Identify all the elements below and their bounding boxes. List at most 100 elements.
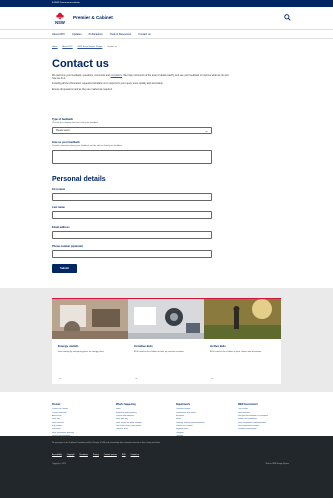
footer-link-accessibility[interactable]: Accessibility (52, 454, 62, 456)
creative-kids-image (128, 299, 205, 339)
footer-link[interactable]: NSW Government directory (52, 432, 110, 434)
main-nav: About DPC Updates Publications Tools & R… (0, 29, 333, 39)
card-title: Energy switch (58, 344, 79, 348)
org-name[interactable]: Premier & Cabinet (73, 15, 113, 21)
email-input[interactable] (52, 231, 212, 239)
feedback-type-hint: Choose the category that best suits your… (52, 122, 99, 124)
footer-link[interactable]: Freedom of Information (238, 428, 290, 430)
site-footer: We pay respect to the Traditional Custod… (0, 436, 333, 498)
built-on-link[interactable]: Built on NSW Design System (266, 463, 289, 465)
nav-item-updates[interactable]: Updates (72, 33, 82, 38)
page-title: Contact us (52, 58, 109, 70)
footer-link[interactable]: Find a job in NSW Government (116, 425, 174, 427)
chevron-down-icon (205, 130, 208, 132)
footer-link[interactable]: Life events (52, 428, 110, 430)
footer-link[interactable]: Transport (176, 432, 234, 434)
footer-link[interactable]: Premier and Cabinet (176, 425, 234, 427)
footer-link[interactable]: Boards and committees (238, 418, 290, 420)
feedback-textarea[interactable] (52, 150, 212, 164)
footer-col-nsw-government: NSW Government The Premier NSW Ministers… (238, 404, 290, 432)
footer-link[interactable]: I work for NSW (116, 428, 174, 430)
card-creative-kids[interactable]: Creative kids $100 voucher for children … (128, 298, 205, 384)
footer-link[interactable]: NSW school and public holidays (116, 422, 174, 424)
arrow-right-icon[interactable]: → (58, 375, 62, 380)
breadcrumb-home[interactable]: Home (52, 46, 58, 49)
footer-link[interactable]: Education (176, 415, 234, 417)
footer-link[interactable]: Buy Number (52, 425, 110, 427)
footer-link-copyright[interactable]: Copyright (67, 454, 75, 456)
card-title: Active kids (210, 344, 226, 348)
footer-legal-links: Accessibility Copyright Disclaimer Priva… (52, 454, 139, 456)
card-energy-switch[interactable]: Energy switch Save money by comparing pl… (52, 298, 129, 384)
card-active-kids[interactable]: Active kids $100 voucher for children's … (204, 298, 281, 384)
footer-col-premier: Premier Contact the Premier Contact a Mi… (52, 404, 110, 438)
nav-item-about[interactable]: About DPC (52, 33, 65, 38)
first-name-input[interactable] (52, 193, 212, 201)
footer-link[interactable]: NSW Ministers (238, 412, 290, 414)
card-title: Creative kids (134, 344, 153, 348)
footer-link[interactable]: Regional NSW (176, 428, 234, 430)
intro-text: We welcome your feedback, questions, com… (52, 74, 229, 91)
phone-label: Phone number (optional) (52, 245, 83, 248)
arrow-right-icon[interactable]: → (210, 375, 214, 380)
card-description: Save money by comparing plans for energy… (58, 351, 105, 353)
footer-link[interactable]: NSW Government communications (238, 422, 290, 424)
feedback-type-select[interactable]: Please select (52, 127, 212, 134)
footer-link[interactable]: About NSW (52, 415, 110, 417)
active-kids-image (204, 299, 281, 339)
acknowledgement-text: We pay respect to the Traditional Custod… (52, 442, 161, 444)
copyright-text: Copyright © 2022 (52, 463, 67, 465)
footer-col-departments: Departments Customer Service Communities… (176, 404, 234, 438)
footer-link-disclaimer[interactable]: Disclaimer (80, 454, 88, 456)
nav-item-tools[interactable]: Tools & Resources (110, 33, 132, 38)
footer-link[interactable]: Contact a Minister (52, 412, 110, 414)
complaints-link[interactable]: complaints (111, 74, 122, 77)
footer-link[interactable]: State Funerals (52, 422, 110, 424)
footer-link[interactable]: Communities and Justice (176, 412, 234, 414)
svg-text:NSW: NSW (55, 20, 65, 25)
footer-link[interactable]: News (116, 408, 174, 410)
footer-links-section: Premier Contact the Premier Contact a Mi… (0, 398, 333, 438)
feedback-hint: Provide information about your feedback … (52, 145, 123, 147)
footer-link[interactable]: Health (176, 418, 234, 420)
breadcrumb-pledge[interactable]: NSW Social Impact Pledge (77, 46, 102, 49)
last-name-input[interactable] (52, 211, 212, 219)
footer-link[interactable]: Have your say (116, 418, 174, 420)
arrow-right-icon[interactable]: → (134, 375, 138, 380)
personal-details-heading: Personal details (52, 176, 106, 183)
topbar-text: A NSW Government website (52, 2, 80, 4)
feedback-type-label: Type of feedback (52, 118, 73, 121)
breadcrumb: Home › About DPC › NSW Social Impact Pledg… (52, 46, 117, 49)
card-description: $100 voucher for children's sport, fitne… (210, 351, 262, 353)
footer-link[interactable]: The Premier (238, 408, 290, 410)
energy-switch-image (52, 299, 129, 339)
card-description: $100 voucher for children to take up cre… (134, 351, 185, 353)
footer-link[interactable]: Find your local Member of Parliament (238, 415, 290, 417)
footer-link[interactable]: Inter-Government relations (238, 425, 290, 427)
last-name-label: Last name (52, 206, 65, 209)
promo-section: Energy switch Save money by comparing pl… (0, 288, 333, 392)
nav-item-publications[interactable]: Publications (89, 33, 103, 38)
nsw-waratah-logo-icon[interactable]: NSW (52, 11, 68, 25)
nav-item-contact[interactable]: Contact us (138, 33, 150, 38)
footer-link-rss[interactable]: RSS (122, 454, 126, 456)
phone-input[interactable] (52, 250, 212, 258)
submit-button[interactable]: Submit (52, 264, 77, 273)
footer-link[interactable]: State flag (52, 418, 110, 420)
feedback-label: Give us your feedback (52, 141, 80, 144)
footer-link[interactable]: Projects and initiatives (116, 415, 174, 417)
footer-link-content-sources[interactable]: Content sources (104, 454, 117, 456)
footer-link[interactable]: Contact the Premier (52, 408, 110, 410)
footer-link[interactable]: Planning, Industry and Environment (176, 422, 234, 424)
footer-link[interactable]: Customer Service (176, 408, 234, 410)
footer-link-privacy[interactable]: Privacy (93, 454, 99, 456)
search-icon[interactable] (284, 14, 291, 21)
breadcrumb-current: Contact us (107, 46, 117, 48)
site-header: NSW Premier & Cabinet (0, 7, 333, 29)
breadcrumb-about[interactable]: About DPC (62, 46, 72, 49)
footer-link-contact[interactable]: Contact us (131, 454, 140, 456)
feedback-type-value: Please select (56, 130, 70, 132)
footer-link[interactable]: Ministerial media releases (116, 412, 174, 414)
gov-topbar: A NSW Government website (0, 0, 333, 7)
first-name-label: First name (52, 188, 66, 191)
